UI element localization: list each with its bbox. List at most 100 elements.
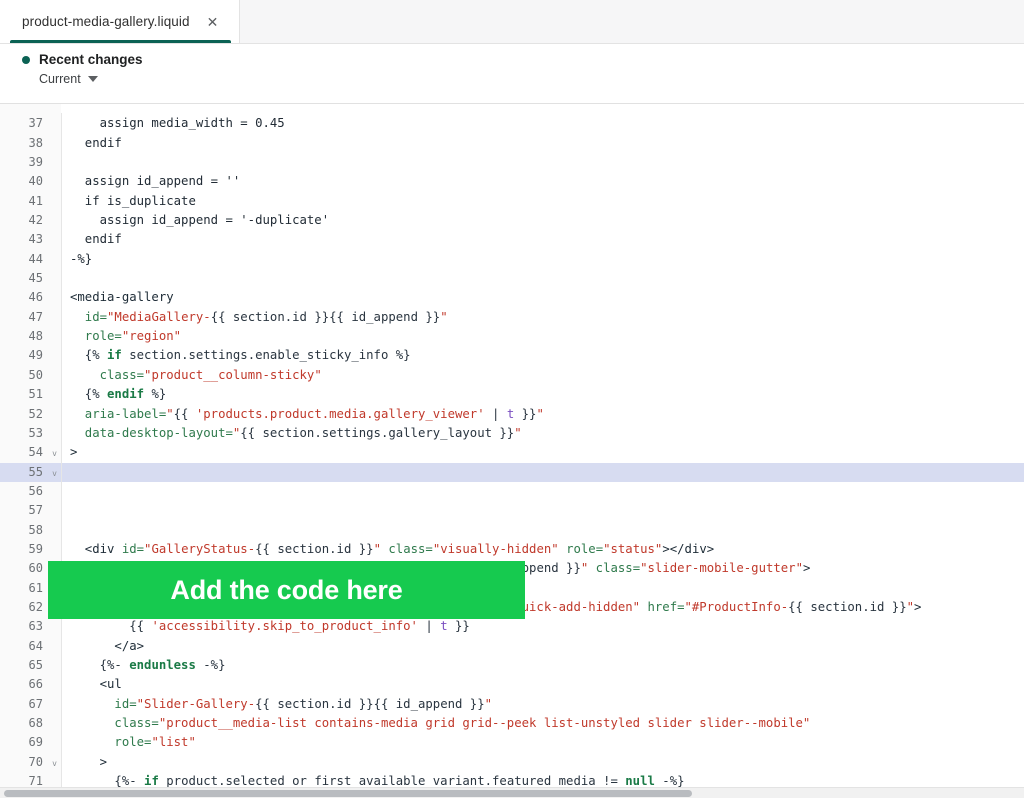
code-token: "region" — [121, 329, 182, 344]
code-line[interactable]: 64 </a> — [0, 636, 1024, 656]
code-line[interactable]: 69 role="list" — [0, 733, 1024, 753]
fold-gutter-spacer — [48, 346, 61, 366]
line-number: 59 — [0, 539, 48, 560]
code-line[interactable]: 47 id="MediaGallery-{{ section.id }}{{ i… — [0, 307, 1024, 328]
line-number: 40 — [0, 172, 48, 192]
code-token: {%- — [70, 774, 145, 789]
code-token: </a> — [70, 638, 145, 653]
code-token: > — [70, 445, 78, 460]
code-token: null — [625, 774, 655, 789]
code-line[interactable]: 54 v > — [0, 443, 1024, 463]
code-token: {% — [70, 348, 108, 363]
line-number: 45 — [0, 269, 48, 289]
horizontal-scrollbar-thumb[interactable] — [4, 790, 692, 797]
code-lines-container[interactable]: 36 elsif section.settings.media_size == … — [0, 104, 1024, 798]
chevron-down-fold-icon[interactable]: v — [48, 462, 61, 482]
code-line[interactable]: 39 — [0, 153, 1024, 173]
fold-gutter-spacer — [48, 114, 61, 134]
fold-gutter-spacer — [48, 133, 61, 154]
code-token: data-desktop-layout= — [70, 425, 233, 440]
code-line-content — [61, 482, 1024, 501]
code-line[interactable]: 51 {% endif %} — [0, 385, 1024, 405]
code-token: endif — [107, 387, 145, 402]
code-token: "GalleryStatus- — [144, 541, 256, 556]
fold-gutter-spacer — [48, 636, 61, 656]
fold-gutter-spacer — [48, 327, 61, 347]
code-line[interactable]: 58 — [0, 520, 1024, 540]
line-number: 44 — [0, 249, 48, 270]
code-token: ></div> — [662, 541, 715, 556]
code-line[interactable]: 38 endif — [0, 133, 1024, 154]
code-token: role= — [558, 541, 604, 556]
code-line[interactable]: 56 — [0, 481, 1024, 502]
code-line[interactable]: 52 aria-label="{{ 'products.product.medi… — [0, 404, 1024, 424]
code-token: <div — [70, 541, 122, 556]
code-line[interactable]: 70 v > — [0, 752, 1024, 773]
fold-gutter-spacer — [48, 733, 61, 753]
code-line[interactable]: 59 <div id="GalleryStatus-{{ section.id … — [0, 539, 1024, 560]
code-line-content: assign media_width = 0.45 — [61, 114, 1024, 133]
code-line[interactable]: 68 class="product__media-list contains-m… — [0, 714, 1024, 734]
code-line[interactable]: 50 class="product__column-sticky" — [0, 365, 1024, 386]
code-line[interactable]: 45 — [0, 269, 1024, 289]
code-token: "slider-mobile-gutter" — [640, 561, 803, 576]
code-token: product.selected_or_first_available_vari… — [158, 774, 626, 789]
code-line[interactable]: 63 {{ 'accessibility.skip_to_product_inf… — [0, 617, 1024, 637]
editor-top-clip — [0, 104, 1024, 113]
code-line[interactable]: 37 assign media_width = 0.45 — [0, 114, 1024, 134]
code-line[interactable]: 57 — [0, 501, 1024, 521]
code-line-content — [61, 462, 1024, 482]
code-line[interactable]: 41 if is_duplicate — [0, 191, 1024, 212]
code-line[interactable]: 53 data-desktop-layout= "{{ section.setti… — [0, 423, 1024, 444]
code-token: "visually-hidden" — [432, 541, 559, 556]
code-line[interactable]: 66 <ul — [0, 675, 1024, 695]
fold-gutter-spacer — [48, 211, 61, 231]
chevron-down-fold-icon[interactable]: v — [48, 752, 61, 773]
line-number: 42 — [0, 211, 48, 231]
line-number: 43 — [0, 230, 48, 250]
code-line-content — [61, 501, 1024, 520]
file-tab-product-media-gallery[interactable]: product-media-gallery.liquid ✕ — [0, 0, 241, 43]
fold-gutter-spacer — [48, 269, 61, 289]
code-line[interactable]: 48 role="region" — [0, 327, 1024, 347]
line-number: 52 — [0, 404, 48, 424]
chevron-down-icon[interactable] — [87, 76, 98, 82]
code-line[interactable]: 67 id="Slider-Gallery-{{ section.id }}{{… — [0, 694, 1024, 714]
fold-gutter-spacer — [48, 655, 61, 676]
fold-gutter-spacer — [48, 385, 61, 405]
code-token: aria-label= — [70, 406, 167, 421]
active-tab-indicator — [10, 40, 232, 43]
code-token: {{ section.id }}{{ id_append }} — [255, 696, 485, 711]
code-line[interactable]: 55 v — [0, 462, 1024, 482]
chevron-down-fold-icon[interactable]: v — [48, 443, 61, 463]
code-line-content: {%- endunless -%} — [61, 656, 1024, 675]
close-icon[interactable]: ✕ — [204, 13, 222, 31]
fold-gutter-spacer — [48, 230, 61, 250]
code-line-content: assign id_append = '-duplicate' — [61, 211, 1024, 230]
code-token: > — [914, 599, 922, 614]
line-number: 57 — [0, 501, 48, 521]
line-number: 63 — [0, 617, 48, 637]
code-token: {{ section.id }}{{ id_append }} — [210, 309, 441, 324]
code-line[interactable]: 42 assign id_append = '-duplicate' — [0, 211, 1024, 231]
code-line[interactable]: 49 {% if section.settings.enable_sticky_… — [0, 346, 1024, 366]
fold-gutter-spacer — [48, 249, 61, 270]
code-token: " — [536, 406, 544, 421]
line-number: 39 — [0, 153, 48, 173]
code-line[interactable]: 44 -%} — [0, 249, 1024, 270]
code-token: class= — [380, 541, 433, 556]
code-token: > — [802, 561, 811, 576]
line-number: 65 — [0, 655, 48, 676]
instruction-banner-overlay: Add the code here — [48, 561, 525, 619]
horizontal-scrollbar[interactable] — [0, 787, 1024, 798]
code-line[interactable]: 43 endif — [0, 230, 1024, 250]
code-token: "MediaGallery- — [107, 309, 211, 324]
code-line[interactable]: 65 {%- endunless -%} — [0, 655, 1024, 676]
line-number: 48 — [0, 327, 48, 347]
code-line[interactable]: 40 assign id_append = '' — [0, 172, 1024, 192]
line-number: 56 — [0, 481, 48, 502]
code-editor[interactable]: 36 elsif section.settings.media_size == … — [0, 104, 1024, 798]
fold-gutter-spacer — [48, 365, 61, 386]
version-selector[interactable]: Current — [39, 72, 1024, 86]
code-line[interactable]: 46 <media-gallery — [0, 288, 1024, 308]
